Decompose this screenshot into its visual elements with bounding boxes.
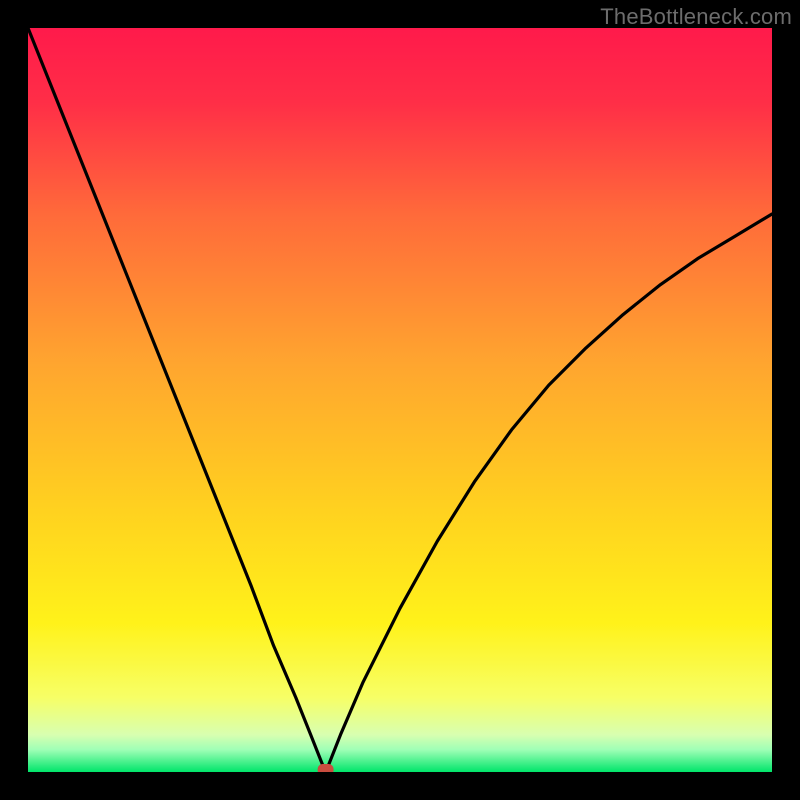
watermark-text: TheBottleneck.com [600, 4, 792, 30]
chart-svg [28, 28, 772, 772]
gradient-background [28, 28, 772, 772]
plot-area [28, 28, 772, 772]
optimum-marker [318, 764, 334, 772]
chart-frame: TheBottleneck.com [0, 0, 800, 800]
